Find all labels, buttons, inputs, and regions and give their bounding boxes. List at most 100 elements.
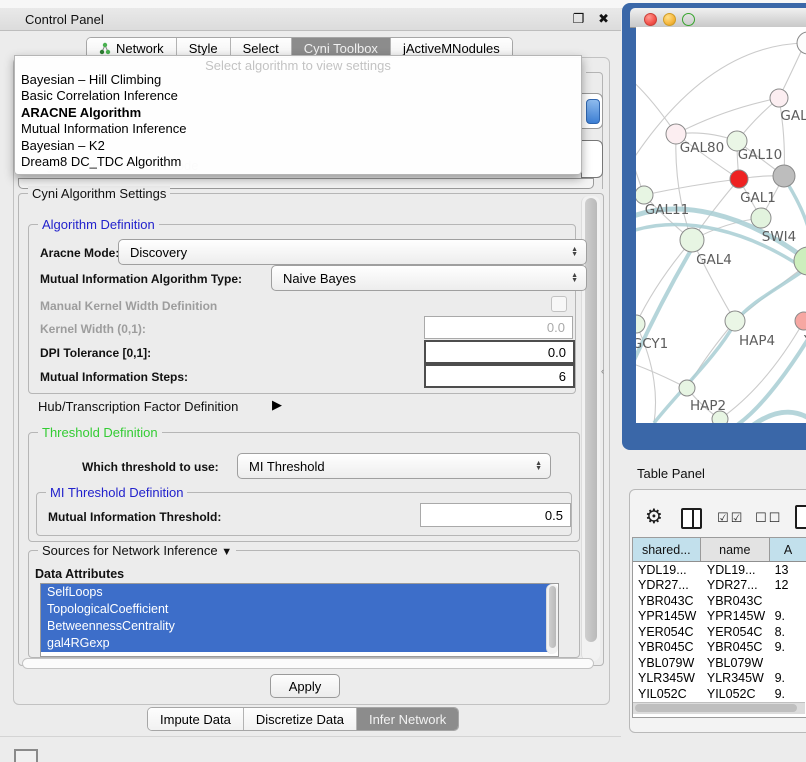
node-gal4[interactable] bbox=[680, 228, 704, 252]
table-row[interactable]: YDR27...YDR27...12 bbox=[633, 578, 806, 594]
node-label-gal80: GAL80 bbox=[680, 140, 724, 156]
node-label-gal1: GAL1 bbox=[740, 190, 776, 206]
bottom-tab-discretize-data[interactable]: Discretize Data bbox=[244, 708, 357, 730]
manual-kernel-width-label: Manual Kernel Width Definition bbox=[40, 299, 217, 313]
column-header-shared-[interactable]: shared... bbox=[633, 538, 701, 561]
edge[interactable] bbox=[636, 240, 692, 324]
node-hap4[interactable] bbox=[725, 311, 745, 331]
node[interactable] bbox=[797, 32, 806, 54]
table-row[interactable]: YBL079WYBL079W bbox=[633, 655, 806, 671]
settings-gear-icon[interactable]: ⚙ bbox=[645, 507, 663, 527]
kernel-width-label: Kernel Width (0,1): bbox=[40, 322, 146, 336]
attribute-item-selfloops[interactable]: SelfLoops bbox=[41, 584, 552, 601]
table-body: YDL19...YDL19...13YDR27...YDR27...12YBR0… bbox=[633, 562, 806, 702]
table-row[interactable]: YBR043CYBR043C bbox=[633, 593, 806, 609]
manual-kernel-width-checkbox[interactable] bbox=[551, 296, 567, 312]
network-window-titlebar[interactable] bbox=[630, 8, 806, 28]
table-row[interactable]: YER054CYER054C8. bbox=[633, 624, 806, 640]
control-panel-titlebar: Control Panel ❐ ✖ bbox=[0, 8, 621, 31]
dpi-tolerance-field[interactable]: 0.0 bbox=[424, 340, 575, 364]
attribute-item-topologicalcoefficient[interactable]: TopologicalCoefficient bbox=[41, 601, 552, 618]
thick-edge[interactable] bbox=[748, 412, 806, 423]
table-header-row: shared...nameA bbox=[633, 538, 806, 562]
collapse-arrow-icon[interactable]: ▼ bbox=[221, 546, 232, 558]
deselect-checkbox-icon[interactable]: ☐☐ bbox=[755, 510, 782, 526]
mi-steps-field[interactable]: 6 bbox=[424, 364, 575, 388]
column-header-name[interactable]: name bbox=[701, 538, 770, 561]
node-hap2[interactable] bbox=[679, 380, 695, 396]
which-threshold-combobox[interactable]: MI Threshold ▲▼ bbox=[237, 453, 551, 479]
table-cell: YIL052C bbox=[633, 686, 702, 702]
edge[interactable] bbox=[636, 362, 687, 388]
node-label-hap2: HAP2 bbox=[690, 398, 726, 414]
tab-label: Infer Network bbox=[369, 712, 446, 727]
algorithm-option-basic-correlation-inference[interactable]: Basic Correlation Inference bbox=[19, 88, 577, 104]
table-cell: YIL052C bbox=[702, 686, 773, 702]
algorithm-option-aracne-algorithm[interactable]: ARACNE Algorithm bbox=[19, 105, 577, 121]
bottom-tab-infer-network[interactable]: Infer Network bbox=[357, 708, 458, 730]
node[interactable] bbox=[773, 165, 795, 187]
table-hscrollbar-track[interactable] bbox=[633, 702, 805, 714]
edge[interactable] bbox=[676, 98, 779, 134]
close-panel-button[interactable]: ✖ bbox=[598, 11, 609, 27]
control-panel-title: Control Panel bbox=[25, 12, 104, 27]
table-row[interactable]: YIL052CYIL052C9. bbox=[633, 686, 806, 702]
apply-button[interactable]: Apply bbox=[270, 674, 340, 698]
kernel-width-field[interactable]: 0.0 bbox=[424, 316, 573, 339]
close-window-icon[interactable] bbox=[644, 13, 657, 26]
minimize-window-icon[interactable] bbox=[663, 13, 676, 26]
network-canvas[interactable]: GALGAL80GAL10GAL1GAL11SWI4GAL4GCY1HAP4YH… bbox=[636, 27, 806, 423]
expand-arrow-icon[interactable]: ▶ bbox=[272, 397, 282, 413]
attribute-item-gal4rgexp[interactable]: gal4RGexp bbox=[41, 635, 552, 652]
node-table[interactable]: shared...nameA YDL19...YDL19...13YDR27..… bbox=[632, 537, 806, 718]
table-cell bbox=[773, 593, 806, 609]
attr-list-scrollbar-thumb[interactable] bbox=[549, 586, 556, 648]
table-row[interactable]: YPR145WYPR145W9. bbox=[633, 609, 806, 625]
float-panel-button[interactable]: ❐ bbox=[572, 11, 584, 27]
aracne-mode-combobox[interactable]: Discovery ▲▼ bbox=[118, 239, 587, 265]
select-all-checkbox-icon[interactable]: ☑☑ bbox=[717, 510, 744, 526]
hub-definition-label: Hub/Transcription Factor Definition bbox=[38, 399, 238, 414]
attribute-item-betweennesscentrality[interactable]: BetweennessCentrality bbox=[41, 618, 552, 635]
algorithm-option-dream8-dc-tdc-algorithm[interactable]: Dream8 DC_TDC Algorithm bbox=[19, 154, 577, 170]
combobox-stepper-icon: ▲▼ bbox=[571, 273, 578, 283]
bottom-tab-impute-data[interactable]: Impute Data bbox=[148, 708, 244, 730]
algorithm-option-mutual-information-inference[interactable]: Mutual Information Inference bbox=[19, 121, 577, 137]
column-layout-icon[interactable] bbox=[681, 508, 702, 529]
node-gal[interactable] bbox=[770, 89, 788, 107]
node-label-gal4: GAL4 bbox=[696, 252, 732, 268]
node-gcy1[interactable] bbox=[636, 315, 645, 333]
table-cell: 9. bbox=[773, 671, 806, 687]
table-cell: YBR043C bbox=[633, 593, 702, 609]
node-y[interactable] bbox=[795, 312, 806, 330]
mi-threshold-field[interactable]: 0.5 bbox=[420, 503, 571, 527]
node[interactable] bbox=[730, 170, 748, 188]
edge[interactable] bbox=[644, 179, 739, 195]
table-cell: YBR045C bbox=[633, 640, 702, 656]
table-row[interactable]: YLR345WYLR345W9. bbox=[633, 671, 806, 687]
splitpane-handle-icon[interactable]: ‹ bbox=[601, 366, 604, 376]
table-row[interactable]: YBR045CYBR045C9. bbox=[633, 640, 806, 656]
zoom-window-icon[interactable] bbox=[682, 13, 695, 26]
table-cell: YER054C bbox=[633, 624, 702, 640]
table-cell: YDR27... bbox=[633, 578, 702, 594]
mi-algorithm-type-combobox[interactable]: Naive Bayes ▲▼ bbox=[271, 265, 587, 291]
cyni-settings-group-title: Cyni Algorithm Settings bbox=[28, 186, 170, 201]
table-cell: YDL19... bbox=[633, 562, 702, 578]
settings-horizontal-scrollbar[interactable] bbox=[22, 658, 594, 669]
table-row[interactable]: YDL19...YDL19...13 bbox=[633, 562, 806, 578]
thick-edge[interactable] bbox=[654, 269, 806, 423]
node-label-gal10: GAL10 bbox=[738, 147, 782, 163]
node-gal1[interactable] bbox=[751, 208, 771, 228]
algorithm-option-bayesian-k2[interactable]: Bayesian – K2 bbox=[19, 138, 577, 154]
node-label-hap4: HAP4 bbox=[739, 333, 775, 349]
algorithm-option-bayesian-hill-climbing[interactable]: Bayesian – Hill Climbing bbox=[19, 72, 577, 88]
table-hscrollbar-thumb[interactable] bbox=[635, 704, 797, 712]
minimized-panel-icon[interactable] bbox=[14, 749, 38, 762]
data-attributes-list[interactable]: SelfLoopsTopologicalCoefficientBetweenne… bbox=[40, 583, 559, 657]
column-header-a[interactable]: A bbox=[770, 538, 806, 561]
algorithm-definition-title: Algorithm Definition bbox=[38, 217, 159, 232]
attr-list-scrollbar-track[interactable] bbox=[546, 584, 558, 654]
document-icon[interactable] bbox=[795, 505, 806, 529]
settings-scrollbar-thumb[interactable] bbox=[585, 198, 597, 642]
